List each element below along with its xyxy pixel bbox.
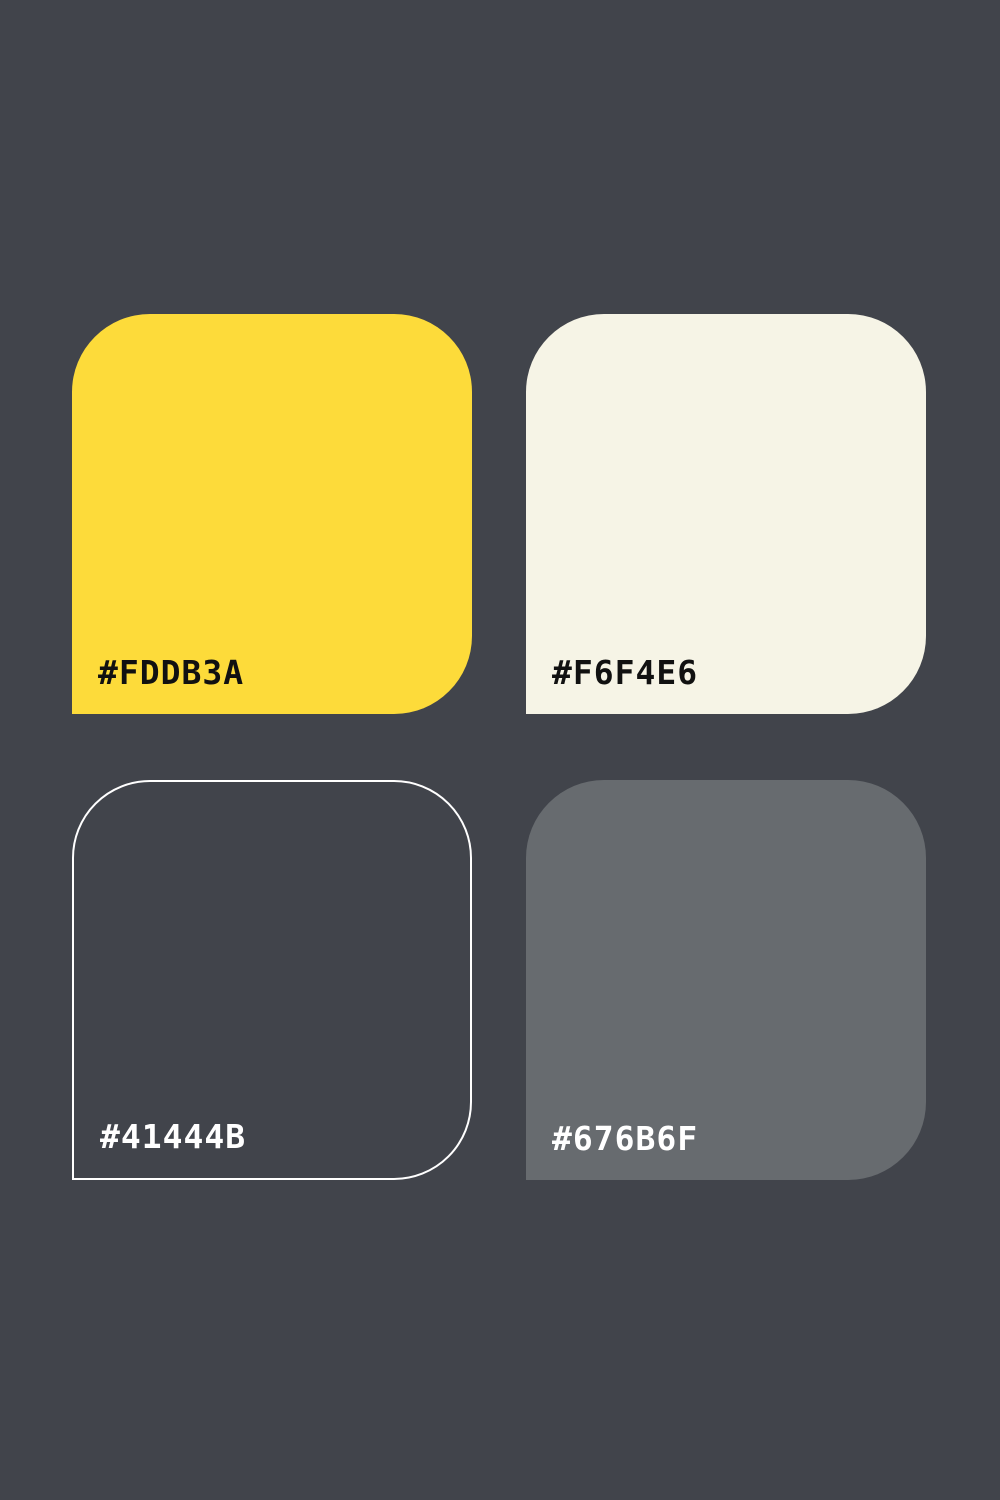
swatch-hex-label: #F6F4E6 <box>552 653 699 692</box>
color-swatch-yellow: #FDDB3A <box>72 314 472 714</box>
color-swatch-cream: #F6F4E6 <box>526 314 926 714</box>
color-swatch-gray: #676B6F <box>526 780 926 1180</box>
swatch-hex-label: #676B6F <box>552 1119 699 1158</box>
swatch-hex-label: #41444B <box>100 1117 247 1156</box>
swatch-hex-label: #FDDB3A <box>98 653 245 692</box>
color-swatch-dark-gray: #41444B <box>72 780 472 1180</box>
